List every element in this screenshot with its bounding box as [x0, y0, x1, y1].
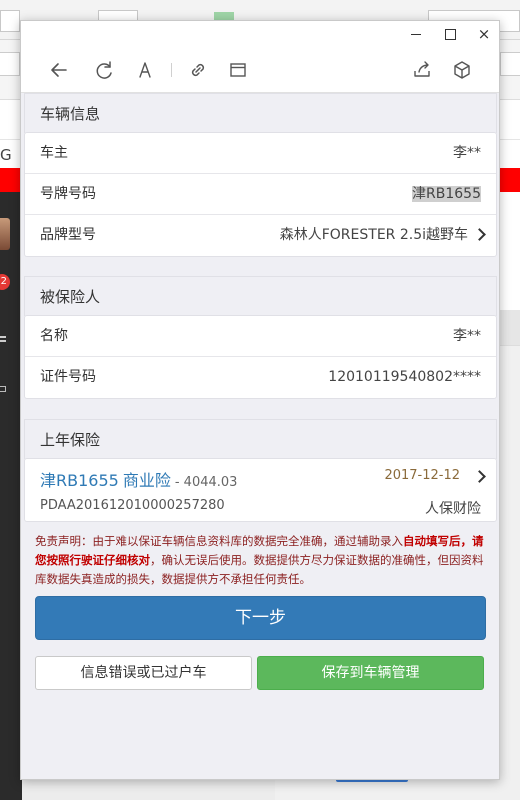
chevron-right-icon: [473, 470, 486, 483]
owner-label: 车主: [40, 145, 68, 161]
insured-name-label: 名称: [40, 328, 68, 344]
policy-amount: - 4044.03: [174, 475, 238, 490]
plate-value-text: 津RB1655: [412, 186, 481, 202]
window-icon[interactable]: [227, 59, 249, 81]
disclaimer-part1: 免责声明：由于难以保证车辆信息资料库的数据完全准确，通过辅助录入: [35, 534, 403, 548]
background-square-icon: [0, 386, 6, 392]
info-error-button[interactable]: 信息错误或已过户车: [35, 656, 252, 690]
background-input: [0, 10, 20, 32]
back-arrow-icon[interactable]: [48, 59, 70, 81]
window-titlebar: ×: [21, 21, 499, 47]
plate-label: 号牌号码: [40, 186, 96, 202]
chevron-right-icon: [473, 228, 486, 241]
background-right-panel: [498, 310, 520, 800]
minimize-icon[interactable]: [407, 25, 425, 43]
insured-name-value: 李**: [453, 328, 481, 344]
policy-type: 商业险: [122, 471, 171, 490]
policy-plate: 津RB1655: [40, 471, 119, 490]
background-field: [0, 52, 20, 76]
id-number-value: 12010119540802****: [328, 369, 481, 385]
model-label: 品牌型号: [40, 227, 96, 243]
model-value: 森林人FORESTER 2.5i越野车: [279, 227, 468, 243]
plate-row: 号牌号码 津RB1655: [25, 174, 496, 215]
next-step-button[interactable]: 下一步: [35, 596, 486, 640]
last-year-section-header: 上年保险: [24, 419, 497, 459]
insured-card: 名称 李** 证件号码 12010119540802****: [24, 315, 497, 399]
font-size-icon[interactable]: [134, 59, 156, 81]
toolbar-separator: [171, 63, 172, 77]
close-icon[interactable]: ×: [475, 25, 493, 43]
background-thumbnail: [0, 218, 10, 250]
background-menu-icon: [0, 336, 6, 338]
save-to-vehicle-management-button[interactable]: 保存到车辆管理: [257, 656, 484, 690]
insurance-company: 人保财险: [425, 501, 481, 517]
background-tab: [498, 310, 520, 346]
vehicle-info-window: × 车辆信息 车主 李** 号牌号码 津RB1655 品牌型号 森林人FORES…: [20, 20, 500, 780]
vehicle-card: 车主 李** 号牌号码 津RB1655 品牌型号 森林人FORESTER 2.5…: [24, 132, 497, 257]
maximize-icon[interactable]: [441, 25, 459, 43]
vehicle-section-header: 车辆信息: [24, 93, 497, 133]
owner-value: 李**: [453, 145, 481, 161]
insured-name-row: 名称 李**: [25, 316, 496, 357]
id-number-label: 证件号码: [40, 369, 96, 385]
browser-toolbar: [21, 47, 499, 93]
disclaimer-text: 免责声明：由于难以保证车辆信息资料库的数据完全准确，通过辅助录入自动填写后，请您…: [35, 532, 487, 589]
model-row[interactable]: 品牌型号 森林人FORESTER 2.5i越野车: [25, 215, 496, 256]
background-bottom-panel: [275, 780, 500, 800]
id-number-row: 证件号码 12010119540802****: [25, 357, 496, 398]
page-content: 车辆信息 车主 李** 号牌号码 津RB1655 品牌型号 森林人FORESTE…: [21, 93, 499, 779]
cube-icon[interactable]: [451, 59, 473, 81]
policy-date: 2017-12-12: [384, 468, 460, 483]
background-field: [500, 52, 520, 76]
link-icon[interactable]: [187, 59, 209, 81]
refresh-icon[interactable]: [93, 59, 115, 81]
share-icon[interactable]: [411, 59, 433, 81]
background-letter: G: [0, 146, 12, 164]
background-bottom-panel: [22, 780, 275, 800]
owner-row: 车主 李**: [25, 133, 496, 174]
last-year-policy-item[interactable]: 津RB1655 商业险 - 4044.03 2017-12-12 PDAA20161…: [24, 458, 497, 522]
plate-value: 津RB1655: [412, 174, 481, 215]
policy-title: 津RB1655 商业险 - 4044.03: [40, 467, 237, 491]
policy-number: PDAA201612010000257280: [40, 498, 225, 513]
insured-section-header: 被保险人: [24, 276, 497, 316]
